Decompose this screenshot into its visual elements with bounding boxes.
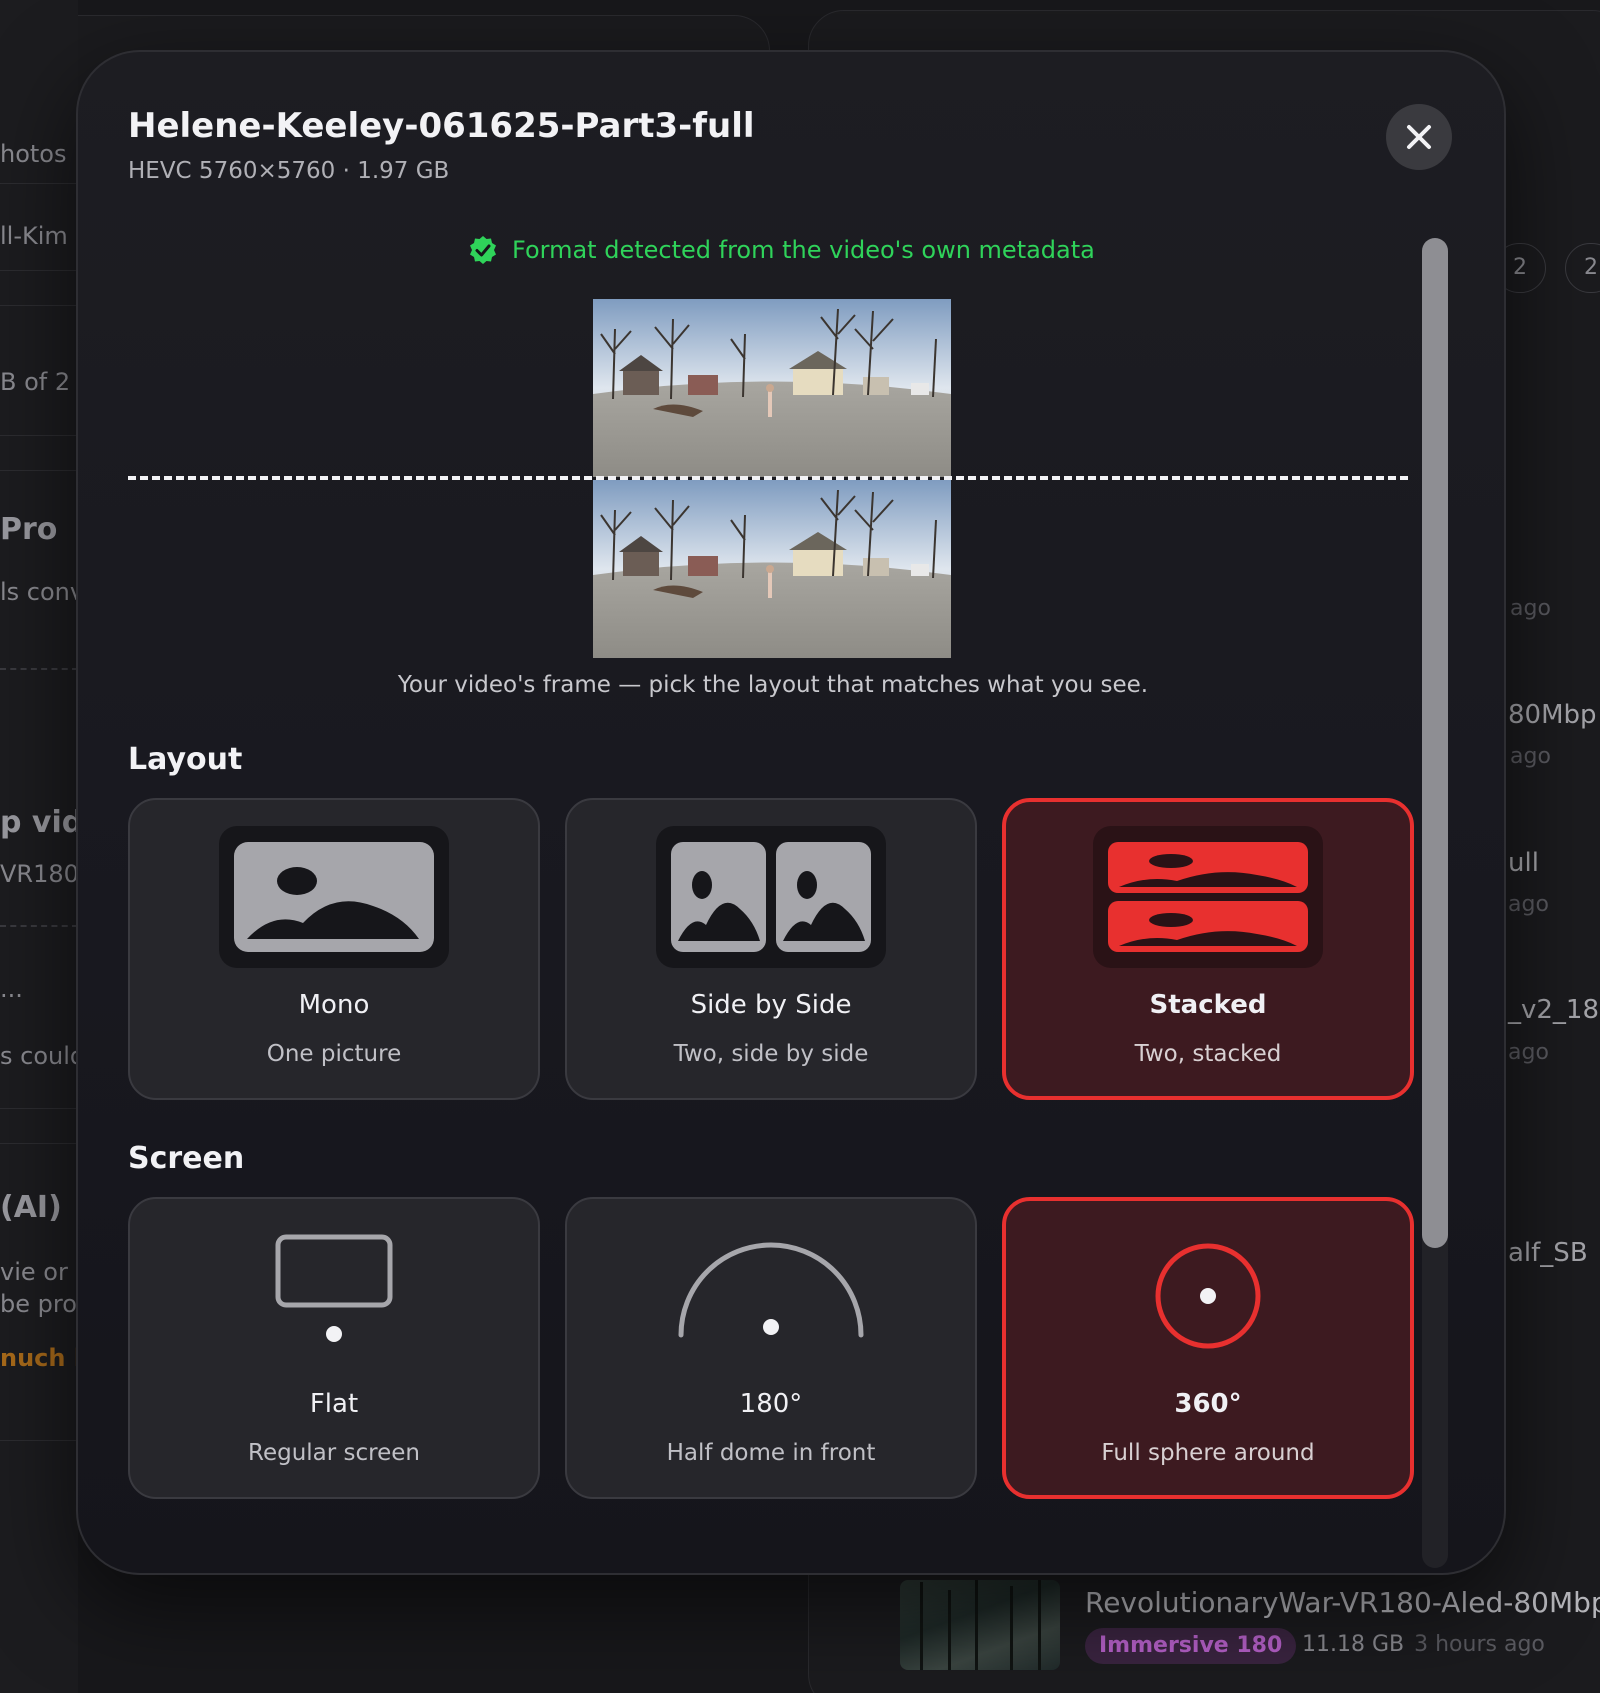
dialog-title: Helene-Keeley-061625-Part3-full — [128, 106, 755, 146]
screen-option-180[interactable]: 180° Half dome in front — [565, 1197, 977, 1499]
bg-fragment: ago — [1510, 596, 1551, 621]
metadata-detected-notice: Format detected from the video's own met… — [468, 230, 1095, 270]
frame-top-eye — [593, 299, 951, 477]
bg-fragment: alf_SB — [1508, 1238, 1588, 1268]
divider — [0, 305, 78, 306]
bg-fragment: p vide — [0, 805, 78, 840]
bg-fragment: ago — [1510, 744, 1551, 769]
flat-screen-icon — [275, 1234, 393, 1342]
background-sidebar: hotos ll-Kim B of 2 Pro ls conv p vide V… — [0, 0, 78, 1693]
stack-split-line — [128, 476, 1408, 480]
scrollbar-thumb[interactable] — [1422, 238, 1448, 1248]
option-description: Two, side by side — [673, 1041, 869, 1067]
option-title: Flat — [309, 1389, 359, 1419]
full-sphere-icon — [1155, 1243, 1261, 1349]
frame-bottom-eye — [593, 480, 951, 658]
timestamp: 3 hours ago — [1414, 1632, 1545, 1657]
divider — [0, 470, 78, 471]
bg-fragment: ll-Kim — [0, 222, 68, 250]
close-button[interactable] — [1386, 104, 1452, 170]
layout-option-mono[interactable]: Mono One picture — [128, 798, 540, 1100]
bg-fragment: ull — [1508, 848, 1539, 878]
bg-fragment: 80Mbp — [1508, 700, 1597, 730]
bg-fragment: hotos — [0, 140, 67, 168]
option-description: Regular screen — [248, 1440, 420, 1466]
divider — [0, 1143, 78, 1144]
screen-option-flat[interactable]: Flat Regular screen — [128, 1197, 540, 1499]
bg-fragment: _v2_18 — [1508, 995, 1600, 1025]
option-title: Side by Side — [690, 990, 852, 1020]
bg-fragment: ls conv — [0, 578, 78, 606]
bg-fragment: s could — [0, 1042, 78, 1070]
bg-fragment: ago — [1508, 892, 1549, 917]
library-item-meta: 11.18 GB 3 hours ago — [1302, 1632, 1545, 1657]
side-by-side-images-icon — [656, 826, 886, 968]
library-item-title: RevolutionaryWar-VR180-Aled-80Mbp — [1085, 1586, 1600, 1619]
bg-fragment: be pro — [0, 1290, 77, 1318]
bg-fragment: ago — [1508, 1040, 1549, 1065]
divider — [0, 270, 78, 271]
half-dome-icon — [678, 1242, 864, 1338]
bg-fragment: ... — [0, 975, 23, 1003]
screen-section-label: Screen — [128, 1141, 245, 1176]
divider — [0, 1440, 78, 1441]
bg-fragment: VR180 — [0, 860, 78, 888]
option-description: Half dome in front — [666, 1440, 876, 1466]
bg-fragment: B of 2 — [0, 368, 71, 396]
dialog-subtitle: HEVC 5760×5760 · 1.97 GB — [128, 158, 450, 184]
format-dialog: Helene-Keeley-061625-Part3-full HEVC 576… — [76, 50, 1506, 1575]
option-description: Full sphere around — [1101, 1440, 1315, 1466]
bg-fragment: Pro — [0, 512, 58, 547]
bg-fragment: (AI) — [0, 1190, 62, 1225]
option-title: Stacked — [1149, 990, 1267, 1020]
verified-check-icon — [470, 236, 496, 264]
divider — [0, 925, 78, 927]
option-title: Mono — [298, 990, 370, 1020]
file-size: 11.18 GB — [1302, 1632, 1405, 1657]
divider — [0, 668, 78, 670]
close-icon — [1407, 125, 1431, 149]
divider — [0, 183, 78, 184]
option-title: 180° — [739, 1389, 803, 1419]
option-description: Two, stacked — [1134, 1041, 1282, 1067]
bg-fragment: nuch l — [0, 1344, 78, 1372]
option-title: 360° — [1174, 1389, 1242, 1419]
detected-text: Format detected from the video's own met… — [512, 236, 1095, 264]
video-thumbnail — [900, 1580, 1060, 1670]
divider — [0, 1108, 78, 1109]
screen-option-360[interactable]: 360° Full sphere around — [1002, 1197, 1414, 1499]
stacked-images-icon — [1093, 826, 1323, 968]
format-badge: Immersive 180 — [1085, 1628, 1297, 1664]
layout-option-stacked[interactable]: Stacked Two, stacked — [1002, 798, 1414, 1100]
bg-fragment: vie or — [0, 1258, 68, 1286]
single-image-icon — [219, 826, 449, 968]
frame-caption: Your video's frame — pick the layout tha… — [397, 672, 1149, 698]
layout-option-side-by-side[interactable]: Side by Side Two, side by side — [565, 798, 977, 1100]
layout-section-label: Layout — [128, 742, 243, 777]
divider — [0, 435, 78, 436]
library-item[interactable]: RevolutionaryWar-VR180-Aled-80Mbp Immers… — [900, 1580, 1600, 1680]
option-description: One picture — [266, 1041, 402, 1067]
